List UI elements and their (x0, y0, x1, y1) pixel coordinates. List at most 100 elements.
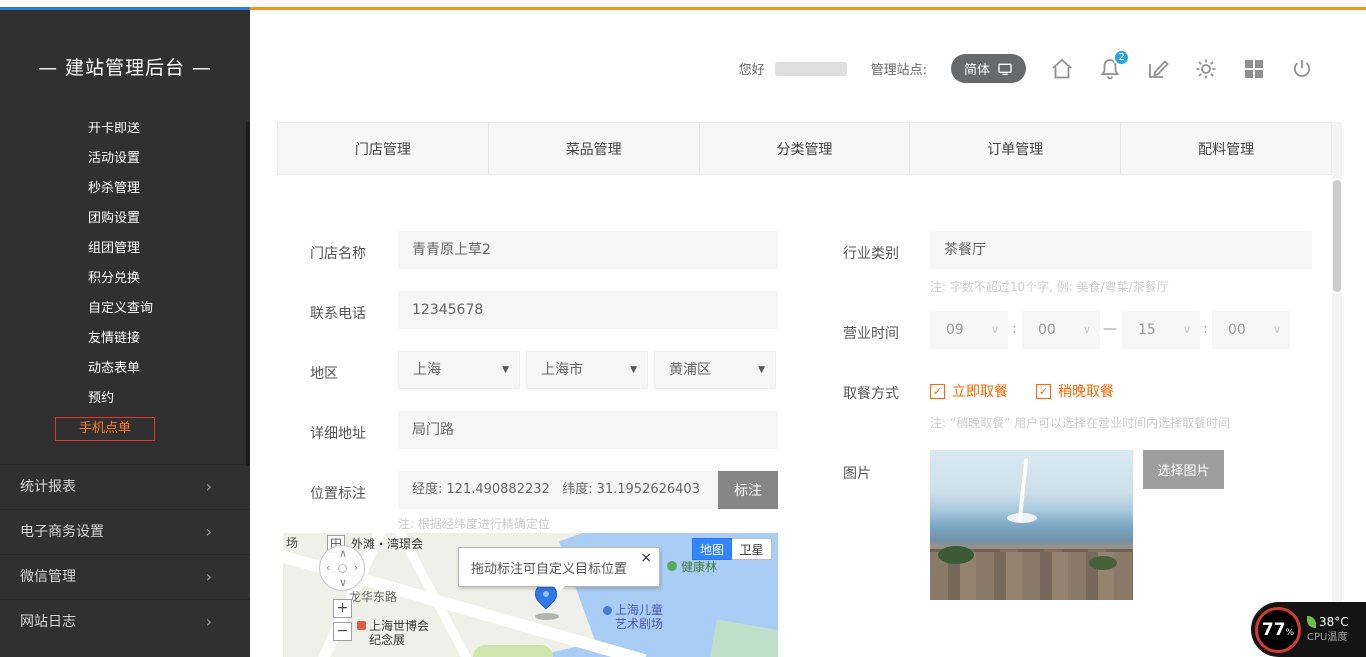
hours-label: 营业时间 (843, 323, 899, 343)
address-input[interactable]: 局门路 (398, 411, 778, 449)
sidebar-item-teambuild[interactable]: 组团管理 (0, 234, 250, 264)
map-pan-control[interactable]: ∧ ∨ ‹ › (319, 545, 365, 591)
pan-up-icon[interactable]: ∧ (339, 547, 347, 560)
sidebar-item-links[interactable]: 友情链接 (0, 324, 250, 354)
cpu-monitor-widget[interactable]: 77 % 38°C CPU温度 (1251, 602, 1366, 657)
phone-input[interactable]: 12345678 (398, 291, 778, 329)
map-type-satellite-button[interactable]: 卫星 (732, 538, 772, 560)
pickup-later-label[interactable]: 稍晚取餐 (1058, 381, 1114, 401)
content-scrollbar[interactable] (1332, 122, 1342, 657)
map-poi-expo-icon (357, 621, 366, 630)
map-label-bund: 外滩・湾璟会 (351, 537, 423, 551)
pan-center-icon[interactable] (338, 564, 347, 573)
browser-strip (0, 0, 1366, 10)
open-hour-select[interactable]: 09∨ (930, 311, 1008, 349)
pickup-label: 取餐方式 (843, 383, 899, 403)
tab-dish-manage[interactable]: 菜品管理 (489, 123, 700, 174)
sidebar-item-groupbuy[interactable]: 团购设置 (0, 204, 250, 234)
sidebar-group-sitelog[interactable]: 网站日志› (0, 599, 250, 644)
map-tooltip-text: 拖动标注可自定义目标位置 (471, 558, 627, 577)
scrollbar-thumb[interactable] (1333, 180, 1341, 292)
language-button[interactable]: 简体 (951, 54, 1026, 83)
sidebar-item-points[interactable]: 积分兑换 (0, 264, 250, 294)
pickup-now-label[interactable]: 立即取餐 (952, 381, 1008, 401)
chevron-down-icon: ∨ (1183, 311, 1191, 349)
location-note: 注: 根据经纬度进行精确定位 (398, 515, 550, 532)
map-type-map-button[interactable]: 地图 (692, 538, 732, 560)
cpu-percent: 77 (1262, 620, 1286, 640)
leaf-icon (1307, 616, 1316, 628)
map-park (473, 645, 553, 657)
map-label-partial: 场 (286, 536, 298, 550)
province-select[interactable]: 上海▼ (398, 351, 520, 389)
cpu-percent-sign: % (1286, 628, 1295, 638)
location-input[interactable]: 经度:121.490882232 纬度:31.1952626403 (398, 471, 718, 509)
tab-store-manage[interactable]: 门店管理 (278, 123, 489, 174)
mark-location-button[interactable]: 标注 (718, 471, 778, 509)
pickup-later-checkbox[interactable]: ✓ (1036, 384, 1051, 399)
pan-down-icon[interactable]: ∨ (339, 576, 347, 589)
map-widget[interactable]: 场 田 外滩・湾璟会 龙华东路 上海世博会纪念展 上海儿童艺术剧场 健康林 ∧ … (283, 533, 778, 657)
edit-button[interactable] (1146, 57, 1170, 81)
map-zoom-control: + − (333, 599, 352, 645)
zoom-out-button[interactable]: − (333, 622, 352, 641)
cpu-usage-gauge: 77 % (1255, 607, 1301, 653)
apps-button[interactable] (1242, 57, 1266, 81)
zoom-in-button[interactable]: + (333, 599, 352, 618)
sidebar-item-forms[interactable]: 动态表单 (0, 354, 250, 384)
close-icon[interactable]: × (640, 550, 652, 566)
gear-icon (1194, 57, 1218, 81)
district-select[interactable]: 黄浦区▼ (654, 351, 776, 389)
sidebar-group-stats[interactable]: 统计报表› (0, 464, 250, 509)
chevron-right-icon: › (206, 555, 212, 599)
sidebar-group-wechat[interactable]: 微信管理› (0, 554, 250, 599)
settings-button[interactable] (1194, 57, 1218, 81)
logout-button[interactable] (1290, 57, 1314, 81)
store-name-input[interactable]: 青青原上草2 (398, 231, 778, 269)
screen: — 建站管理后台 — 开卡即送 活动设置 秒杀管理 团购设置 组团管理 积分兑换… (0, 0, 1366, 657)
select-arrow-icon: ▼ (758, 352, 765, 388)
tab-ingredient-manage[interactable]: 配料管理 (1121, 123, 1331, 174)
monitor-icon (997, 61, 1013, 77)
sidebar-item-seckill[interactable]: 秒杀管理 (0, 174, 250, 204)
pan-left-icon[interactable]: ‹ (326, 561, 330, 574)
sidebar-scrollbar[interactable] (246, 122, 250, 466)
hours-colon: : (1203, 321, 1208, 337)
image-label: 图片 (843, 463, 871, 483)
hours-colon: : (1012, 321, 1017, 337)
close-hour-select[interactable]: 15∨ (1122, 311, 1200, 349)
industry-note: 注: 字数不超过10个字, 例: 美食/粤菜/茶餐厅 (930, 278, 1169, 295)
tooltip-arrow (551, 584, 567, 600)
photo-tree (938, 546, 974, 564)
open-minute-select[interactable]: 00∨ (1022, 311, 1100, 349)
industry-input[interactable]: 茶餐厅 (930, 231, 1312, 269)
chevron-down-icon: ∨ (991, 311, 999, 349)
pickup-note: 注: “稍晚取餐” 用户可以选择在营业时间内选择取餐时间 (930, 414, 1230, 431)
sidebar-item-customquery[interactable]: 自定义查询 (0, 294, 250, 324)
chevron-down-icon: ∨ (1273, 311, 1281, 349)
sidebar-group-ecommerce[interactable]: 电子商务设置› (0, 509, 250, 554)
pan-right-icon[interactable]: › (354, 561, 358, 574)
sidebar-item-mobile-order[interactable]: 手机点单 (0, 414, 250, 444)
city-select[interactable]: 上海市▼ (526, 351, 648, 389)
home-button[interactable] (1050, 57, 1074, 81)
sidebar-item-booking[interactable]: 预约 (0, 384, 250, 414)
close-minute-select[interactable]: 00∨ (1212, 311, 1290, 349)
chevron-right-icon: › (206, 600, 212, 644)
notification-badge: 2 (1113, 49, 1130, 66)
pickup-now-checkbox[interactable]: ✓ (930, 384, 945, 399)
store-name-label: 门店名称 (310, 243, 366, 263)
store-photo-thumbnail[interactable] (930, 450, 1133, 600)
map-label-expo: 上海世博会纪念展 (369, 619, 429, 647)
tab-category-manage[interactable]: 分类管理 (700, 123, 911, 174)
cpu-temp-label: CPU温度 (1307, 630, 1349, 645)
sidebar-item-activity[interactable]: 活动设置 (0, 144, 250, 174)
choose-image-button[interactable]: 选择图片 (1143, 450, 1224, 489)
chevron-right-icon: › (206, 510, 212, 554)
tab-order-manage[interactable]: 订单管理 (910, 123, 1121, 174)
map-poi-theater-icon (603, 606, 612, 615)
region-label: 地区 (310, 363, 338, 383)
industry-label: 行业类别 (843, 243, 899, 263)
phone-label: 联系电话 (310, 303, 366, 323)
notifications-button[interactable]: 2 (1098, 57, 1122, 81)
